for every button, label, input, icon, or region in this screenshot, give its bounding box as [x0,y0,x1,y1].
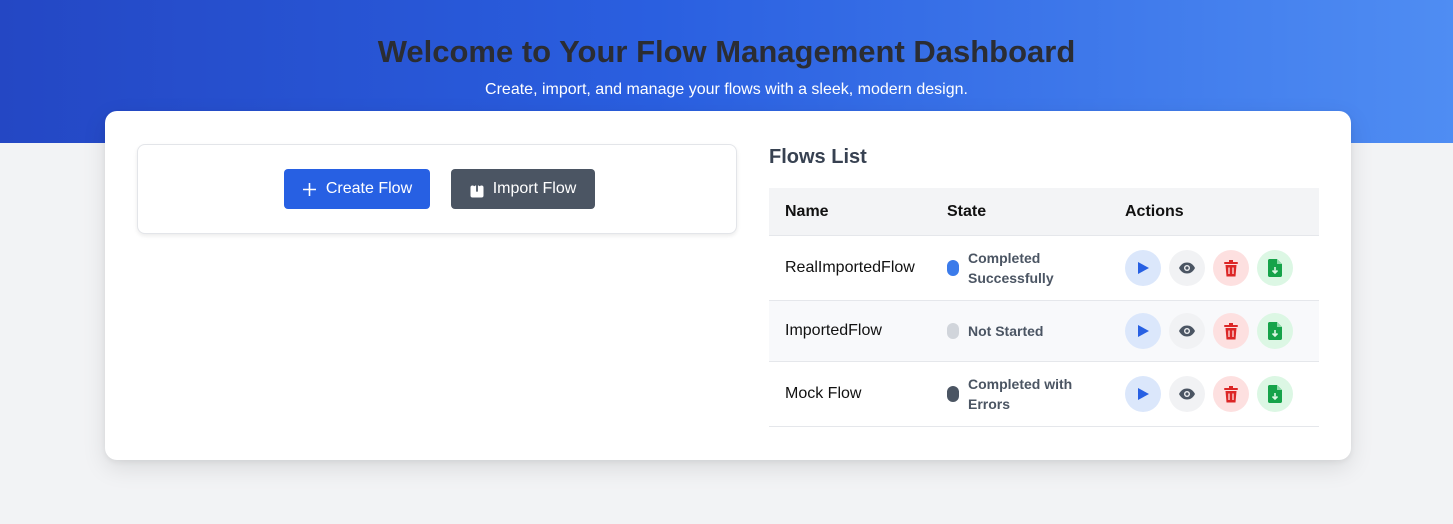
import-flow-button[interactable]: Import Flow [451,169,595,209]
view-flow-button[interactable] [1169,376,1205,412]
upload-icon [470,180,484,198]
export-flow-button[interactable] [1257,376,1293,412]
column-header-state: State [947,202,987,220]
dashboard-card: Create Flow Import Flow Flows List Name … [105,111,1351,460]
column-header-actions: Actions [1125,202,1184,220]
flow-name: Mock Flow [785,385,862,402]
trash-icon [1224,385,1238,403]
flow-state: Completed Successfully [930,248,1108,288]
create-flow-label: Create Flow [325,180,413,197]
delete-flow-button[interactable] [1213,376,1249,412]
file-export-icon [1268,385,1282,403]
state-label: Completed with Errors [968,376,1073,412]
run-flow-button[interactable] [1125,376,1161,412]
eye-icon [1178,388,1196,400]
state-label: Not Started [968,323,1044,339]
export-flow-button[interactable] [1257,313,1293,349]
trash-icon [1224,322,1238,340]
play-icon [1136,324,1150,338]
flow-state: Not Started [930,321,1108,341]
flow-actions [1108,250,1319,286]
column-header-name: Name [785,202,829,220]
play-icon [1136,387,1150,401]
file-export-icon [1268,322,1282,340]
flow-state: Completed with Errors [930,374,1108,414]
file-export-icon [1268,259,1282,277]
flow-actions [1108,376,1319,412]
flow-name: RealImportedFlow [785,259,915,276]
table-header: Name State Actions [769,188,1319,236]
create-flow-button[interactable]: Create Flow [284,169,430,209]
view-flow-button[interactable] [1169,250,1205,286]
page-title: Welcome to Your Flow Management Dashboar… [377,34,1076,69]
state-label: Completed Successfully [968,250,1054,286]
state-indicator-icon [947,260,959,276]
eye-icon [1178,262,1196,274]
run-flow-button[interactable] [1125,313,1161,349]
table-row: Mock Flow Completed with Errors [769,362,1319,427]
play-icon [1136,261,1150,275]
trash-icon [1224,259,1238,277]
state-indicator-icon [947,323,959,339]
flows-list-title: Flows List [769,146,867,168]
table-row: ImportedFlow Not Started [769,301,1319,362]
state-indicator-icon [947,386,959,402]
flow-actions [1108,313,1319,349]
import-flow-label: Import Flow [492,180,577,197]
export-flow-button[interactable] [1257,250,1293,286]
flow-name: ImportedFlow [785,322,882,339]
delete-flow-button[interactable] [1213,313,1249,349]
view-flow-button[interactable] [1169,313,1205,349]
page-subtitle: Create, import, and manage your flows wi… [485,81,968,98]
eye-icon [1178,325,1196,337]
table-row: RealImportedFlow Completed Successfully [769,236,1319,301]
actions-panel: Create Flow Import Flow [137,144,737,234]
run-flow-button[interactable] [1125,250,1161,286]
delete-flow-button[interactable] [1213,250,1249,286]
plus-icon [302,182,317,197]
flows-table: Name State Actions RealImportedFlow Compl… [769,188,1319,427]
